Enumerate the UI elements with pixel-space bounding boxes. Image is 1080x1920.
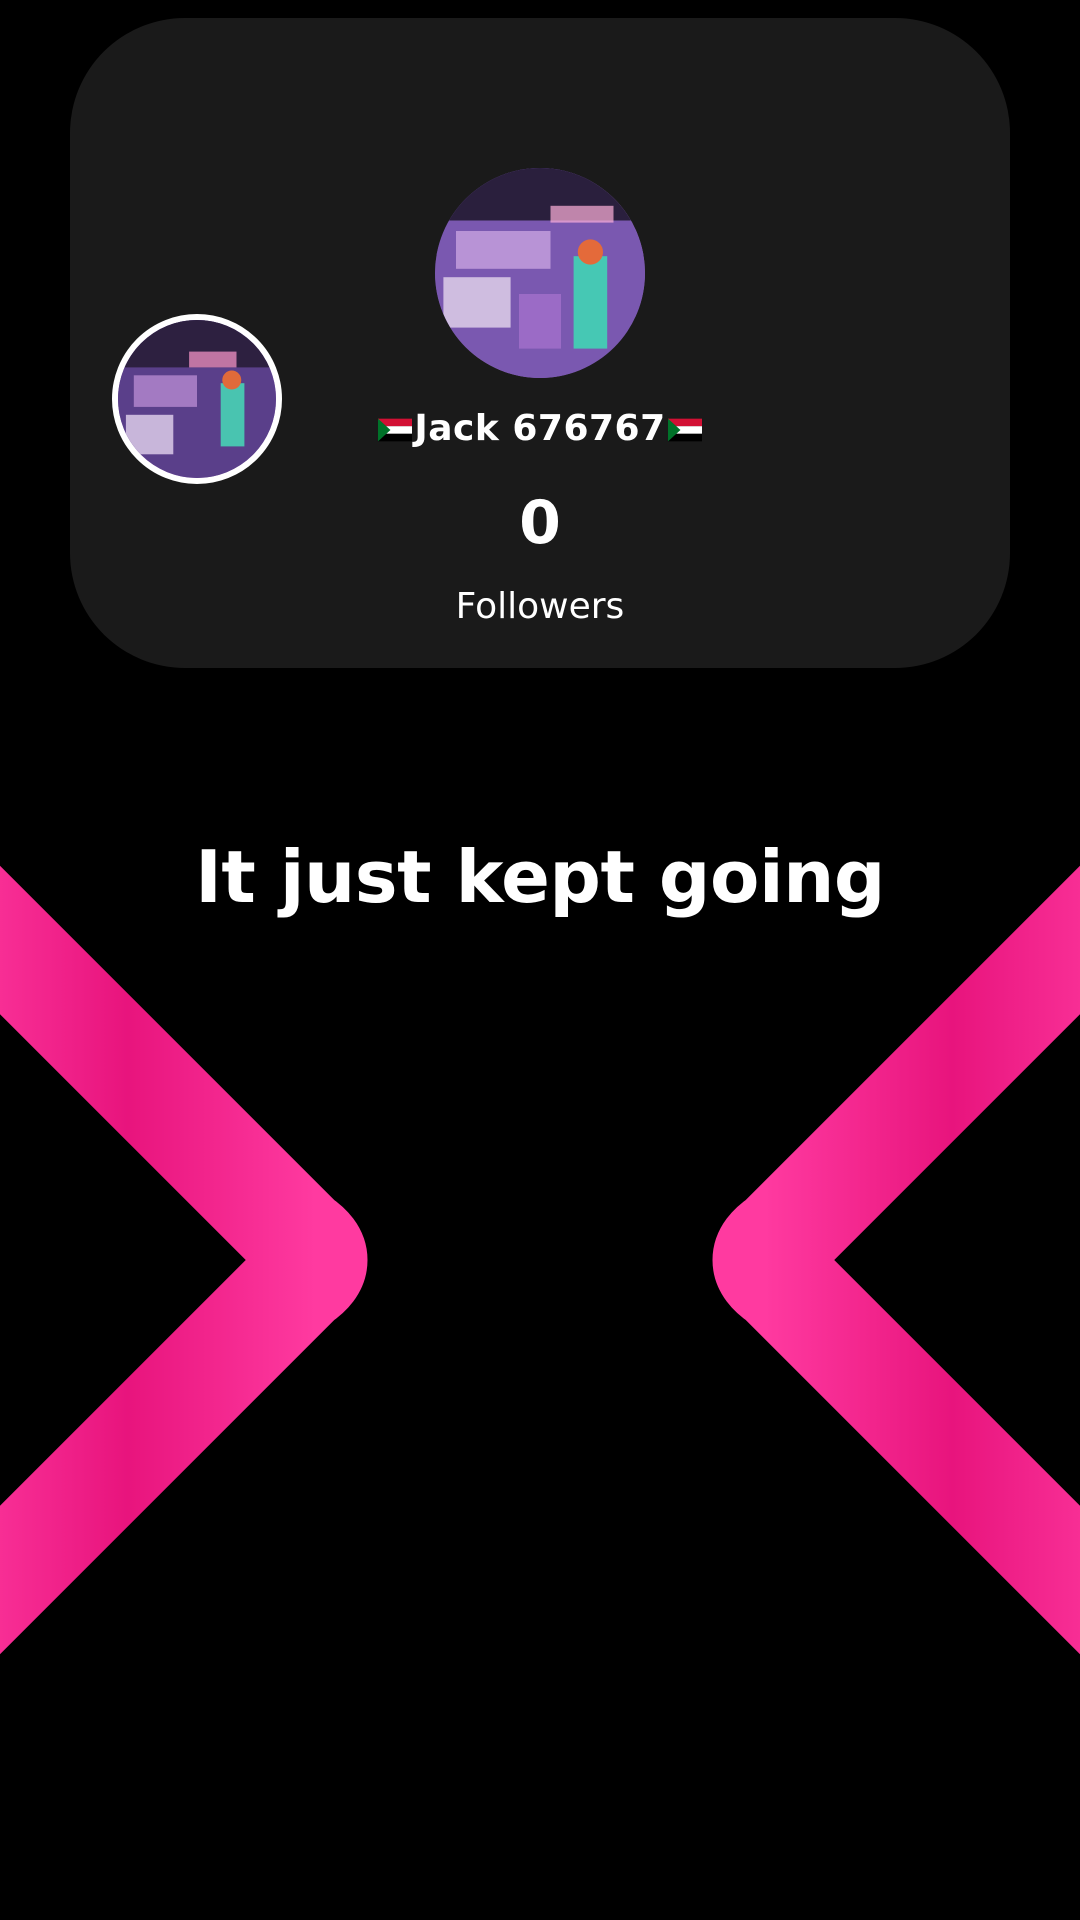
avatar-large[interactable] bbox=[435, 168, 645, 378]
followers-count: 0 bbox=[519, 488, 561, 558]
sudan-flag-icon bbox=[667, 418, 702, 442]
caption-text: It just kept going bbox=[195, 835, 885, 919]
right-bracket-shape bbox=[713, 865, 1080, 1655]
pink-bracket-decoration bbox=[0, 865, 1080, 1655]
profile-card: Jack 676767 0 Followers bbox=[70, 18, 1010, 668]
followers-label: Followers bbox=[455, 586, 625, 627]
left-bracket-shape bbox=[0, 865, 367, 1655]
sudan-flag-icon bbox=[378, 418, 413, 442]
username-text: Jack 676767 bbox=[414, 408, 666, 449]
avatar-small[interactable] bbox=[112, 314, 282, 484]
username: Jack 676767 bbox=[70, 408, 1010, 449]
